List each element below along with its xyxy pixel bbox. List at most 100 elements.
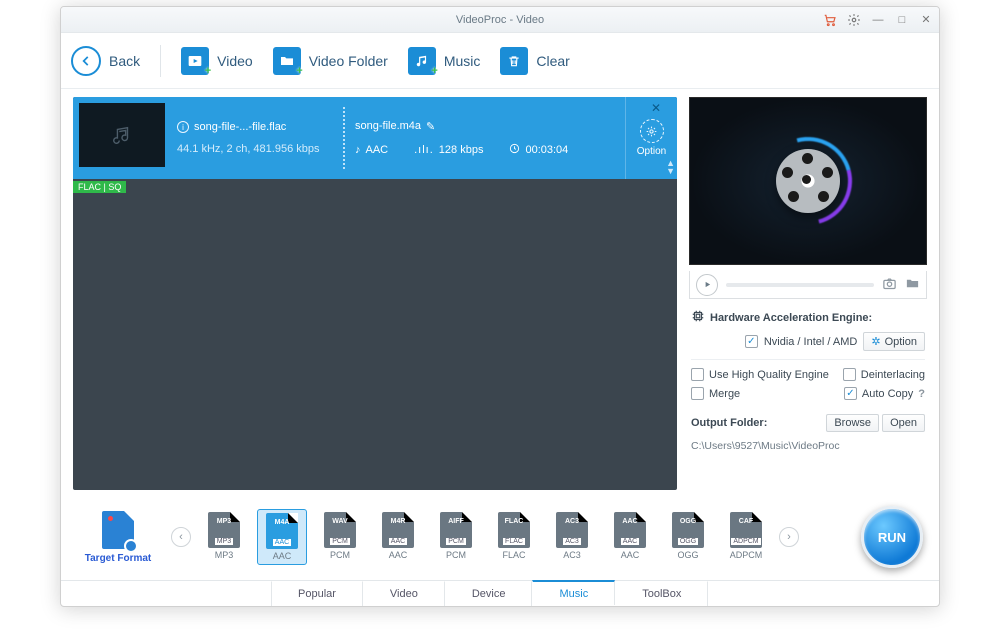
autocopy-label: Auto Copy	[862, 388, 913, 400]
format-icon: AC3AC3	[556, 512, 588, 548]
cart-icon[interactable]	[823, 13, 837, 27]
format-label: OGG	[677, 550, 698, 560]
format-m4a[interactable]: M4AAACAAC	[257, 509, 307, 565]
add-video-button[interactable]: + Video	[181, 47, 253, 75]
source-spec: 44.1 kHz, 2 ch, 481.956 kbps	[177, 143, 335, 155]
chip-icon	[691, 309, 705, 326]
hw-title: Hardware Acceleration Engine:	[710, 312, 872, 324]
category-tab-music[interactable]: Music	[532, 580, 615, 605]
format-flac[interactable]: FLACFLACFLAC	[489, 509, 539, 565]
add-video-folder-button[interactable]: + Video Folder	[273, 47, 388, 75]
open-button[interactable]: Open	[882, 414, 925, 432]
music-label: Music	[444, 53, 481, 69]
back-button[interactable]: Back	[71, 46, 140, 76]
format-ogg[interactable]: OGGOGGOGG	[663, 509, 713, 565]
format-label: PCM	[330, 550, 350, 560]
item-reorder-spinner[interactable]: ▲▼	[666, 159, 675, 175]
progress-track[interactable]	[726, 283, 874, 287]
format-ac3[interactable]: AC3AC3AC3	[547, 509, 597, 565]
format-icon: MP3MP3	[208, 512, 240, 548]
browse-button[interactable]: Browse	[826, 414, 879, 432]
back-label: Back	[109, 53, 140, 69]
format-icon: M4AAAC	[266, 513, 298, 549]
category-tab-device[interactable]: Device	[445, 581, 533, 606]
format-wav[interactable]: WAVPCMPCM	[315, 509, 365, 565]
video-icon: +	[181, 47, 209, 75]
output-folder-label: Output Folder:	[691, 417, 767, 429]
run-button[interactable]: RUN	[861, 506, 923, 568]
close-icon[interactable]: ✕	[919, 13, 933, 27]
edit-name-icon[interactable]: ✎	[426, 120, 435, 133]
info-icon: i	[177, 121, 189, 133]
format-icon: OGGOGG	[672, 512, 704, 548]
category-tabs: PopularVideoDeviceMusicToolBox	[61, 580, 939, 606]
format-icon: AACAAC	[614, 512, 646, 548]
side-panel: Hardware Acceleration Engine: Nvidia / I…	[689, 97, 927, 490]
format-aiff[interactable]: AIFFPCM PCM	[431, 509, 481, 565]
output-duration: 00:03:04	[525, 144, 568, 156]
window-title: VideoProc - Video	[456, 14, 544, 26]
format-icon: CAFADPCM	[730, 512, 762, 548]
format-label: AC3	[563, 550, 581, 560]
hw-option-button[interactable]: ✲Option	[863, 332, 925, 351]
maximize-icon[interactable]: □	[895, 13, 909, 27]
settings-icon[interactable]	[847, 13, 861, 27]
music-icon: +	[408, 47, 436, 75]
arrow-divider	[343, 107, 345, 169]
format-caf[interactable]: CAFADPCM ADPCM	[721, 509, 771, 565]
videoproc-logo-icon	[768, 141, 848, 221]
item-close-icon[interactable]: ✕	[651, 101, 661, 115]
hq-checkbox[interactable]	[691, 368, 704, 381]
merge-label: Merge	[709, 388, 740, 400]
format-label: AAC	[389, 550, 408, 560]
option-label: Option	[637, 146, 666, 157]
item-thumbnail	[79, 103, 165, 167]
queue-item[interactable]: FLAC | SQ isong-file-...-file.flac 44.1 …	[73, 97, 677, 179]
titlebar: VideoProc - Video — □ ✕	[61, 7, 939, 33]
snapshot-icon[interactable]	[882, 276, 897, 294]
play-button[interactable]	[696, 274, 718, 296]
clear-button[interactable]: Clear	[500, 47, 569, 75]
format-strip: Target Format ‹ MP3MP3MP3M4AAACAACWAVPCM…	[61, 490, 939, 580]
add-music-button[interactable]: + Music	[408, 47, 481, 75]
format-icon: M4RAAC	[382, 512, 414, 548]
format-label: AAC	[621, 550, 640, 560]
open-folder-icon[interactable]	[905, 276, 920, 294]
format-label: FLAC	[502, 550, 525, 560]
video-folder-label: Video Folder	[309, 53, 388, 69]
format-m4r[interactable]: M4RAAC AAC	[373, 509, 423, 565]
formats-prev-button[interactable]: ‹	[171, 527, 191, 547]
merge-checkbox[interactable]	[691, 387, 704, 400]
target-format-button[interactable]: Target Format	[73, 511, 163, 564]
video-label: Video	[217, 53, 253, 69]
format-aac[interactable]: AACAACAAC	[605, 509, 655, 565]
note-icon: ♪	[355, 144, 361, 156]
queue-panel: FLAC | SQ isong-file-...-file.flac 44.1 …	[73, 97, 677, 490]
format-icon: AIFFPCM	[440, 512, 472, 548]
category-tab-toolbox[interactable]: ToolBox	[615, 581, 708, 606]
hq-label: Use High Quality Engine	[709, 369, 829, 381]
hw-vendor-checkbox[interactable]	[745, 335, 758, 348]
category-tab-popular[interactable]: Popular	[271, 581, 363, 606]
autocopy-help-icon[interactable]: ?	[918, 388, 925, 400]
trash-icon	[500, 47, 528, 75]
format-label: PCM	[446, 550, 466, 560]
formats-next-button[interactable]: ›	[779, 527, 799, 547]
deinterlacing-label: Deinterlacing	[861, 369, 925, 381]
hw-vendor-label: Nvidia / Intel / AMD	[764, 336, 858, 348]
output-codec: AAC	[366, 144, 389, 156]
minimize-icon[interactable]: —	[871, 13, 885, 27]
output-folder-path: C:\Users\9527\Music\VideoProc	[691, 440, 925, 452]
format-mp3[interactable]: MP3MP3MP3	[199, 509, 249, 565]
category-tab-video[interactable]: Video	[363, 581, 445, 606]
format-icon: FLACFLAC	[498, 512, 530, 548]
clear-label: Clear	[536, 53, 569, 69]
output-filename: song-file.m4a	[355, 120, 421, 132]
autocopy-checkbox[interactable]	[844, 387, 857, 400]
format-label: MP3	[215, 550, 234, 560]
back-icon	[71, 46, 101, 76]
format-label: ADPCM	[730, 550, 763, 560]
codec-gear-icon	[640, 119, 664, 143]
deinterlacing-checkbox[interactable]	[843, 368, 856, 381]
target-format-icon	[102, 511, 134, 549]
